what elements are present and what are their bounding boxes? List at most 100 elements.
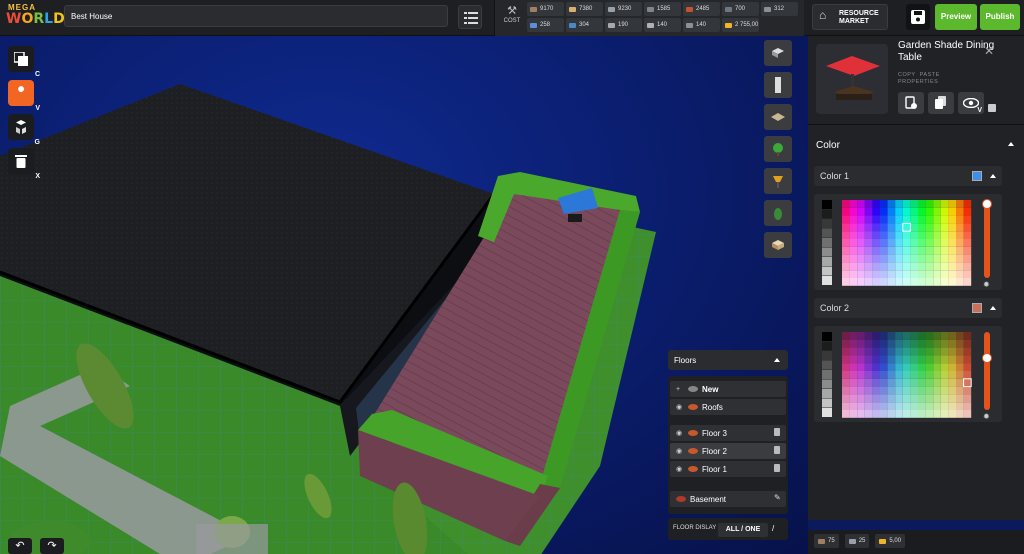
color-swatch[interactable] bbox=[880, 200, 888, 208]
color-swatch[interactable] bbox=[925, 339, 934, 348]
color-swatch[interactable] bbox=[895, 339, 903, 348]
color-swatch[interactable] bbox=[902, 339, 911, 348]
duplicate-button[interactable] bbox=[898, 92, 924, 114]
color-swatch[interactable] bbox=[925, 223, 934, 232]
color-swatch[interactable] bbox=[933, 355, 941, 364]
color2-header[interactable]: Color 2 bbox=[814, 298, 1002, 318]
color-swatch[interactable] bbox=[880, 332, 888, 340]
color-swatch[interactable] bbox=[918, 394, 926, 403]
color-swatch[interactable] bbox=[902, 239, 911, 247]
color-swatch[interactable] bbox=[842, 200, 850, 208]
color-swatch[interactable] bbox=[918, 402, 926, 410]
project-name-input[interactable]: Best House bbox=[64, 5, 448, 27]
color-swatch[interactable] bbox=[963, 339, 972, 348]
color-swatch[interactable] bbox=[948, 246, 956, 255]
color-swatch[interactable] bbox=[910, 215, 918, 224]
color-swatch[interactable] bbox=[963, 215, 972, 224]
color-swatch[interactable] bbox=[872, 394, 880, 403]
eye-icon[interactable]: ◉ bbox=[676, 465, 684, 473]
category-floors[interactable] bbox=[764, 104, 792, 130]
color-swatch[interactable] bbox=[933, 254, 941, 263]
color-swatch[interactable] bbox=[895, 355, 903, 364]
color-swatch[interactable] bbox=[887, 254, 896, 263]
category-columns[interactable] bbox=[764, 72, 792, 98]
color-swatch[interactable] bbox=[933, 200, 941, 208]
color-swatch[interactable] bbox=[864, 347, 873, 356]
floors-header[interactable]: Floors bbox=[668, 350, 788, 370]
color-swatch[interactable] bbox=[895, 378, 903, 387]
color-swatch[interactable] bbox=[918, 347, 926, 356]
color-swatch[interactable] bbox=[918, 386, 926, 395]
color-swatch[interactable] bbox=[956, 339, 964, 348]
color-swatch[interactable] bbox=[925, 371, 934, 379]
color-swatch[interactable] bbox=[887, 402, 896, 410]
trash-icon[interactable] bbox=[774, 446, 780, 454]
color-swatch[interactable] bbox=[948, 339, 956, 348]
color-swatch[interactable] bbox=[849, 207, 858, 216]
group-tool-button[interactable]: G bbox=[8, 114, 40, 146]
color-swatch[interactable] bbox=[902, 410, 911, 418]
gray-swatch[interactable] bbox=[822, 332, 832, 341]
color-swatch[interactable] bbox=[918, 246, 926, 255]
color-swatch[interactable] bbox=[925, 262, 934, 271]
color-swatch[interactable] bbox=[887, 231, 896, 239]
color-swatch[interactable] bbox=[925, 278, 934, 286]
color-swatch[interactable] bbox=[963, 200, 972, 208]
color-swatch[interactable] bbox=[864, 239, 873, 247]
color-swatch[interactable] bbox=[857, 347, 865, 356]
color-swatch[interactable] bbox=[857, 355, 865, 364]
color-swatch[interactable] bbox=[910, 332, 918, 340]
color-swatch[interactable] bbox=[887, 394, 896, 403]
color-swatch[interactable] bbox=[956, 386, 964, 395]
color-swatch[interactable] bbox=[956, 402, 964, 410]
color-swatch[interactable] bbox=[948, 223, 956, 232]
color-swatch[interactable] bbox=[910, 339, 918, 348]
color-swatch[interactable] bbox=[948, 363, 956, 371]
color-swatch[interactable] bbox=[963, 394, 972, 403]
color-swatch[interactable] bbox=[940, 270, 949, 278]
undo-button[interactable]: ↶ bbox=[8, 538, 32, 554]
color-swatch[interactable] bbox=[925, 363, 934, 371]
color-swatch[interactable] bbox=[933, 394, 941, 403]
color-swatch[interactable] bbox=[849, 355, 858, 364]
color-swatch[interactable] bbox=[880, 394, 888, 403]
color-swatch[interactable] bbox=[849, 339, 858, 348]
color-swatch[interactable] bbox=[956, 355, 964, 364]
color-swatch[interactable] bbox=[948, 215, 956, 224]
color1-palette[interactable]: ✹ bbox=[814, 194, 1002, 290]
color-swatch[interactable] bbox=[880, 371, 888, 379]
color-swatch[interactable] bbox=[842, 278, 850, 286]
color-swatch[interactable] bbox=[933, 402, 941, 410]
color-swatch[interactable] bbox=[918, 231, 926, 239]
color-swatch[interactable] bbox=[940, 363, 949, 371]
color-swatch[interactable] bbox=[857, 332, 865, 340]
color-swatch[interactable] bbox=[857, 262, 865, 271]
color-swatch[interactable] bbox=[887, 339, 896, 348]
color-swatch[interactable] bbox=[925, 386, 934, 395]
gray-swatch[interactable] bbox=[822, 209, 832, 219]
color-swatch[interactable] bbox=[857, 339, 865, 348]
color-swatch[interactable] bbox=[956, 270, 964, 278]
color-swatch[interactable] bbox=[956, 223, 964, 232]
gray-swatch[interactable] bbox=[822, 266, 832, 276]
color-swatch[interactable] bbox=[925, 347, 934, 356]
color-swatch[interactable] bbox=[918, 207, 926, 216]
color-swatch[interactable] bbox=[940, 378, 949, 387]
gray-swatch[interactable] bbox=[822, 228, 832, 238]
color-swatch[interactable] bbox=[940, 246, 949, 255]
gray-swatch[interactable] bbox=[822, 379, 832, 389]
trash-icon[interactable] bbox=[774, 428, 780, 436]
redo-button[interactable]: ↷ bbox=[40, 538, 64, 554]
color-swatch[interactable] bbox=[948, 200, 956, 208]
color-swatch[interactable] bbox=[940, 223, 949, 232]
color-swatch[interactable] bbox=[857, 207, 865, 216]
clone-button[interactable] bbox=[928, 92, 954, 114]
color-swatch[interactable] bbox=[895, 410, 903, 418]
color-swatch[interactable] bbox=[956, 246, 964, 255]
color-swatch[interactable] bbox=[880, 386, 888, 395]
color-swatch[interactable] bbox=[963, 254, 972, 263]
color-swatch[interactable] bbox=[933, 270, 941, 278]
color-swatch[interactable] bbox=[857, 200, 865, 208]
color-swatch[interactable] bbox=[895, 270, 903, 278]
color-swatch[interactable] bbox=[956, 363, 964, 371]
